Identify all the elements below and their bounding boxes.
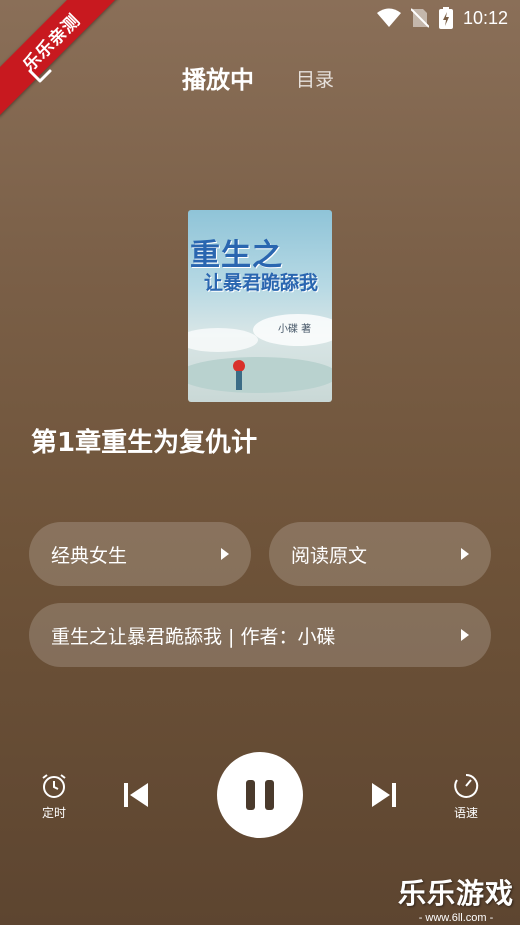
tab-playing[interactable]: 播放中 (182, 60, 254, 95)
cover-author: 小碟 著 (278, 324, 312, 335)
speed-label: 语速 (453, 806, 478, 820)
status-time: 10:12 (462, 7, 508, 28)
previous-icon[interactable] (122, 780, 150, 810)
book-cover: 重生之 让暴君跪舔我 小碟 著 (188, 210, 332, 402)
category-button[interactable]: 经典女生 (29, 522, 251, 586)
status-bar: 10:12 (376, 6, 508, 30)
play-arrow-icon (221, 548, 229, 560)
tab-catalog[interactable]: 目录 (296, 65, 334, 92)
watermark-ribbon-text: 乐乐亲测 (0, 0, 120, 117)
cover-girl-figure (233, 360, 245, 390)
book-info-label: 重生之让暴君跪舔我 | 作者：小碟 (51, 625, 336, 648)
cover-title-line2: 让暴君跪舔我 (204, 272, 319, 294)
speed-button[interactable]: 语速 (448, 772, 484, 821)
pause-button[interactable] (217, 752, 303, 838)
chevron-down-icon[interactable] (26, 62, 54, 90)
pause-icon-bar (265, 780, 274, 810)
wifi-icon (376, 8, 401, 27)
battery-charging-icon (438, 7, 453, 29)
next-icon[interactable] (370, 780, 398, 810)
watermark-logo-text: 乐乐游戏 (397, 877, 514, 910)
watermark-url: - www.6ll.com - (418, 912, 494, 924)
timer-button[interactable]: 定时 (36, 772, 72, 821)
watermark-ribbon: 乐乐亲测 (0, 0, 120, 120)
play-arrow-icon (461, 548, 469, 560)
timer-label: 定时 (41, 806, 66, 820)
alarm-clock-icon (42, 774, 66, 798)
watermark-logo: 乐乐游戏 - www.6ll.com - (398, 872, 514, 924)
no-sim-icon (410, 8, 429, 28)
book-info-button[interactable]: 重生之让暴君跪舔我 | 作者：小碟 (29, 603, 491, 667)
speed-gauge-icon (454, 773, 479, 798)
pause-icon (246, 780, 255, 810)
category-label: 经典女生 (51, 544, 128, 567)
chapter-title: 第1章重生为复仇计 (31, 428, 258, 458)
play-arrow-icon (461, 629, 469, 641)
read-original-label: 阅读原文 (291, 544, 368, 567)
read-original-button[interactable]: 阅读原文 (269, 522, 491, 586)
